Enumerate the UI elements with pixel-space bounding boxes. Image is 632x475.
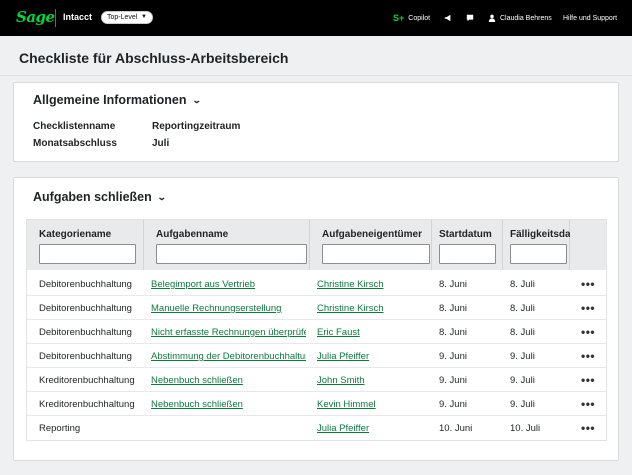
column-header-category[interactable]: Kategoriename (27, 220, 144, 270)
divider (55, 9, 56, 27)
filter-input-owner[interactable] (322, 244, 430, 264)
chat-bubble-icon (466, 14, 474, 22)
due-date-cell: 8. Juli (510, 279, 535, 290)
task-link[interactable]: Belegimport aus Vertrieb (151, 279, 306, 290)
start-date-cell: 9. Juni (439, 375, 467, 386)
section-title: Allgemeine Informationen (33, 93, 187, 107)
category-cell: Debitorenbuchhaltung (39, 303, 132, 314)
level-selector[interactable]: Top-Level ▼ (101, 11, 153, 24)
due-date-cell: 9. Juli (510, 375, 535, 386)
start-date-cell: 9. Juni (439, 399, 467, 410)
owner-link[interactable]: Julia Pfeiffer (317, 351, 429, 362)
task-link[interactable]: Nebenbuch schließen (151, 375, 306, 386)
column-label: Kategoriename (39, 229, 112, 240)
user-menu[interactable]: Claudia Behrens (488, 11, 552, 25)
filter-input-start[interactable] (439, 244, 496, 264)
copilot-button[interactable]: S+ Copilot (393, 11, 430, 25)
column-label: Fälligkeitsdatum (510, 229, 570, 240)
start-date-cell: 8. Juni (439, 279, 467, 290)
user-name: Claudia Behrens (500, 14, 552, 22)
more-options-icon[interactable]: ••• (581, 349, 595, 363)
general-information-header[interactable]: Allgemeine Informationen ⌄ (33, 93, 202, 107)
category-cell: Debitorenbuchhaltung (39, 327, 132, 338)
task-link[interactable]: Nebenbuch schließen (151, 399, 306, 410)
close-tasks-card: Aufgaben schließen ⌄ Kategoriename Aufga… (13, 177, 619, 461)
column-header-start[interactable]: Startdatum (432, 220, 503, 270)
task-link[interactable]: Nicht erfasste Rechnungen überprüfen (151, 327, 306, 338)
start-date-cell: 8. Juni (439, 303, 467, 314)
category-cell: Debitorenbuchhaltung (39, 279, 132, 290)
due-date-cell: 10. Juli (510, 423, 541, 434)
owner-link[interactable]: John Smith (317, 375, 429, 386)
filter-input-category[interactable] (39, 244, 136, 264)
more-options-icon[interactable]: ••• (581, 397, 595, 411)
more-options-icon[interactable]: ••• (581, 301, 595, 315)
column-header-due[interactable]: Fälligkeitsdatum (503, 220, 570, 270)
owner-link[interactable]: Eric Faust (317, 327, 429, 338)
level-selector-label: Top-Level (107, 14, 138, 21)
chevron-down-icon: ▼ (141, 14, 147, 20)
table-row: Debitorenbuchhaltung Abstimmung der Debi… (27, 344, 606, 368)
due-date-cell: 8. Juli (510, 303, 535, 314)
table-row: Debitorenbuchhaltung Belegimport aus Ver… (27, 272, 606, 296)
table-row: Debitorenbuchhaltung Manuelle Rechnungse… (27, 296, 606, 320)
divider (0, 75, 632, 76)
copilot-label: Copilot (408, 14, 431, 22)
more-options-icon[interactable]: ••• (581, 325, 595, 339)
column-header-owner[interactable]: Aufgabeneigentümer (310, 220, 432, 270)
due-date-cell: 9. Juli (510, 351, 535, 362)
help-support-link[interactable]: Hilfe und Support (563, 11, 617, 25)
task-link[interactable]: Manuelle Rechnungserstellung (151, 303, 306, 314)
column-header-task[interactable]: Aufgabenname (144, 220, 310, 270)
more-options-icon[interactable]: ••• (581, 421, 595, 435)
info-value: Reportingzeitraum (152, 121, 241, 132)
megaphone-icon (444, 14, 451, 22)
more-options-icon[interactable]: ••• (581, 277, 595, 291)
column-label: Aufgabenname (156, 229, 229, 240)
announcements-button[interactable] (444, 11, 452, 25)
close-tasks-header[interactable]: Aufgaben schließen ⌄ (33, 190, 167, 204)
owner-link[interactable]: Christine Kirsch (317, 279, 429, 290)
chevron-down-icon: ⌄ (156, 191, 167, 202)
top-navigation-bar: Sage Intacct Top-Level ▼ S+ Copilot Clau… (0, 0, 632, 36)
table-row: Kreditorenbuchhaltung Nebenbuch schließe… (27, 368, 606, 392)
product-name: Intacct (63, 12, 93, 22)
owner-link[interactable]: Christine Kirsch (317, 303, 429, 314)
filter-input-due[interactable] (510, 244, 567, 264)
chevron-down-icon: ⌄ (191, 94, 202, 105)
task-link[interactable]: Abstimmung der Debitorenbuchhaltung (151, 351, 306, 362)
table-row: Kreditorenbuchhaltung Nebenbuch schließe… (27, 392, 606, 416)
column-label: Aufgabeneigentümer (322, 229, 423, 240)
help-support-label: Hilfe und Support (563, 14, 618, 22)
start-date-cell: 9. Juni (439, 351, 467, 362)
category-cell: Kreditorenbuchhaltung (39, 375, 135, 386)
copilot-icon: S+ (393, 13, 405, 23)
table-row: Debitorenbuchhaltung Nicht erfasste Rech… (27, 320, 606, 344)
filter-input-task[interactable] (156, 244, 307, 264)
info-value: Juli (152, 138, 170, 149)
start-date-cell: 10. Juni (439, 423, 473, 434)
sage-logo[interactable]: Sage (16, 8, 55, 26)
more-options-icon[interactable]: ••• (581, 373, 595, 387)
section-title: Aufgaben schließen (33, 190, 152, 204)
category-cell: Kreditorenbuchhaltung (39, 399, 135, 410)
owner-link[interactable]: Julia Pfeiffer (317, 423, 429, 434)
general-information-card: Allgemeine Informationen ⌄ Checklistenna… (13, 82, 619, 162)
info-label: Monatsabschluss (33, 138, 117, 149)
messages-button[interactable] (466, 11, 474, 25)
due-date-cell: 9. Juli (510, 399, 535, 410)
page-title: Checkliste für Abschluss-Arbeitsbereich (19, 50, 289, 66)
user-icon (488, 14, 496, 22)
category-cell: Debitorenbuchhaltung (39, 351, 132, 362)
table-row: Reporting Julia Pfeiffer 10. Juni 10. Ju… (27, 416, 606, 440)
info-label: Checklistenname (33, 121, 116, 132)
start-date-cell: 8. Juni (439, 327, 467, 338)
table-header: Kategoriename Aufgabenname Aufgabeneigen… (27, 220, 606, 270)
category-cell: Reporting (39, 423, 81, 434)
column-label: Startdatum (439, 229, 492, 240)
owner-link[interactable]: Kevin Himmel (317, 399, 429, 410)
tasks-table: Kategoriename Aufgabenname Aufgabeneigen… (26, 219, 607, 441)
due-date-cell: 8. Juli (510, 327, 535, 338)
